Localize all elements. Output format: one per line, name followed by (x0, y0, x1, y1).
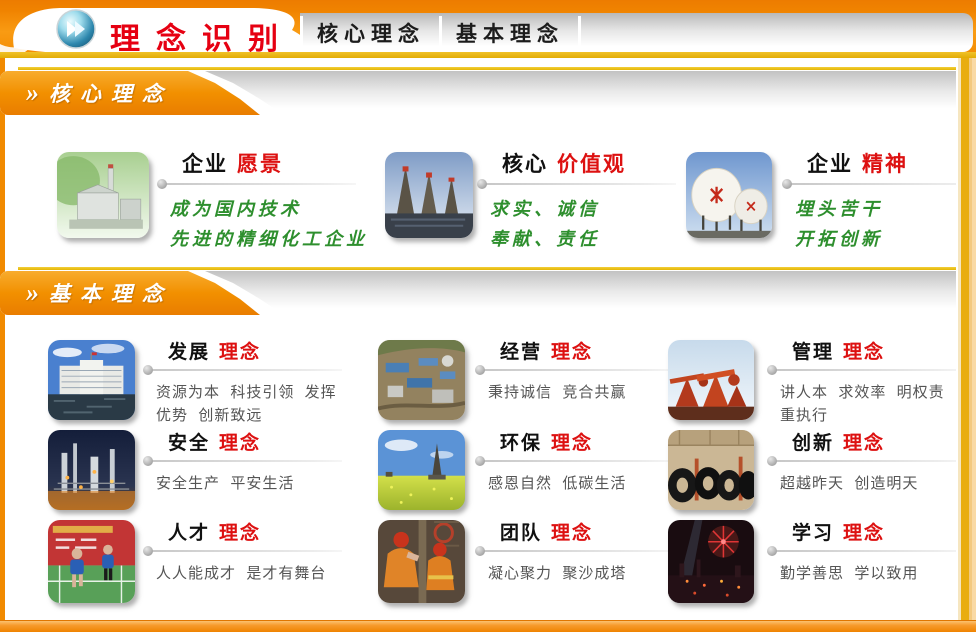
basic-item-talent: 人才理念 人人能成才 是才有舞台 (146, 518, 342, 585)
divider-dot (767, 365, 777, 375)
basic-item-operation: 经营理念 秉持诚信 竞合共赢 (478, 337, 674, 404)
basic-item-environment: 环保理念 感恩自然 低碳生活 (478, 428, 674, 495)
page: 理念识别 核心理念 基本理念 » 核心理念 (0, 0, 976, 632)
item-title: 核心价值观 (480, 148, 676, 178)
divider-dot (143, 546, 153, 556)
item-title: 管理理念 (770, 337, 966, 364)
basic-item-development: 发展理念 资源为本 科技引领 发挥优势 创新致远 (146, 337, 342, 427)
item-title: 经营理念 (478, 337, 674, 364)
item-divider (478, 460, 674, 462)
item-desc: 感恩自然 低碳生活 (478, 472, 674, 495)
item-title: 团队理念 (478, 518, 674, 545)
item-divider (160, 183, 356, 185)
item-divider (785, 183, 976, 185)
item-desc: 凝心聚力 聚沙成塔 (478, 562, 674, 585)
photo-night-refinery (48, 430, 135, 510)
item-desc: 勤学善思 学以致用 (770, 562, 966, 585)
divider-dot (143, 365, 153, 375)
core-item-spirit: 企业精神 埋头苦干 开拓创新 (785, 148, 976, 254)
divider-dot (767, 456, 777, 466)
divider-dot (782, 179, 792, 189)
item-title: 企业精神 (785, 148, 976, 178)
double-chevron-icon: » (26, 278, 37, 308)
basic-item-learning: 学习理念 勤学善思 学以致用 (770, 518, 966, 585)
item-line: 成为国内技术 (170, 194, 356, 224)
item-desc: 安全生产 平安生活 (146, 472, 342, 495)
basic-item-team: 团队理念 凝心聚力 聚沙成塔 (478, 518, 674, 585)
item-divider (478, 550, 674, 552)
item-divider (146, 369, 342, 371)
item-divider (770, 460, 966, 462)
tab-bar: 核心理念 基本理念 (300, 13, 973, 52)
divider-dot (475, 546, 485, 556)
basic-section-bar: » 基本理念 (0, 267, 976, 315)
core-section-heading: 核心理念 (49, 78, 173, 108)
divider-dot (157, 179, 167, 189)
item-divider (770, 550, 966, 552)
item-title: 安全理念 (146, 428, 342, 455)
item-title: 人才理念 (146, 518, 342, 545)
tab-separator (578, 16, 581, 49)
item-line: 埋头苦干 (795, 194, 976, 224)
item-line: 开拓创新 (795, 224, 976, 254)
basic-section-heading: 基本理念 (49, 278, 173, 308)
divider-dot (767, 546, 777, 556)
item-line: 先进的精细化工企业 (170, 224, 356, 254)
photo-storage-spheres (686, 152, 772, 238)
left-border-stripe (0, 58, 5, 620)
double-chevron-icon: » (26, 78, 37, 108)
photo-office-building (48, 340, 135, 420)
item-title: 发展理念 (146, 337, 342, 364)
item-divider (770, 369, 966, 371)
item-divider (478, 369, 674, 371)
item-title: 企业愿景 (160, 148, 356, 178)
core-section-bar: » 核心理念 (0, 67, 976, 115)
photo-pumpjacks (668, 340, 754, 420)
item-desc: 人人能成才 是才有舞台 (146, 562, 342, 585)
photo-plant-aerial (378, 340, 465, 420)
divider-dot (475, 365, 485, 375)
section-gold-line (18, 267, 976, 270)
photo-green-factory (57, 152, 149, 238)
basic-item-safety: 安全理念 安全生产 平安生活 (146, 428, 342, 495)
item-desc: 超越昨天 创造明天 (770, 472, 966, 495)
item-desc: 资源为本 科技引领 发挥优势 创新致远 (146, 381, 342, 427)
photo-tire-workshop (668, 430, 754, 510)
item-title: 创新理念 (770, 428, 966, 455)
core-item-values: 核心价值观 求实、诚信 奉献、责任 (480, 148, 676, 254)
item-title: 学习理念 (770, 518, 966, 545)
page-header: 理念识别 核心理念 基本理念 (0, 0, 976, 58)
divider-dot (477, 179, 487, 189)
item-title: 环保理念 (478, 428, 674, 455)
photo-field-rig (378, 430, 465, 510)
tab-core-concept[interactable]: 核心理念 (303, 13, 439, 52)
bottom-bar (0, 620, 976, 632)
item-divider (146, 460, 342, 462)
section-gold-line (18, 67, 976, 70)
item-desc: 秉持诚信 竞合共赢 (478, 381, 674, 404)
item-line: 奉献、责任 (490, 224, 676, 254)
photo-badminton-match (48, 520, 135, 603)
basic-item-management: 管理理念 讲人本 求效率 明权责 重执行 (770, 337, 966, 427)
item-line: 求实、诚信 (490, 194, 676, 224)
divider-dot (143, 456, 153, 466)
item-divider (480, 183, 676, 185)
item-desc: 讲人本 求效率 明权责 重执行 (770, 381, 966, 427)
core-item-vision: 企业愿景 成为国内技术 先进的精细化工企业 (160, 148, 356, 254)
header-gold-strip (0, 52, 976, 58)
photo-drill-workers (378, 520, 465, 603)
item-divider (146, 550, 342, 552)
play-icon (56, 9, 96, 49)
tab-basic-concept[interactable]: 基本理念 (442, 13, 578, 52)
right-border-stripe (956, 58, 976, 620)
photo-oil-derricks (385, 152, 473, 238)
divider-dot (475, 456, 485, 466)
basic-item-innovation: 创新理念 超越昨天 创造明天 (770, 428, 966, 495)
photo-fireworks-night (668, 520, 754, 603)
